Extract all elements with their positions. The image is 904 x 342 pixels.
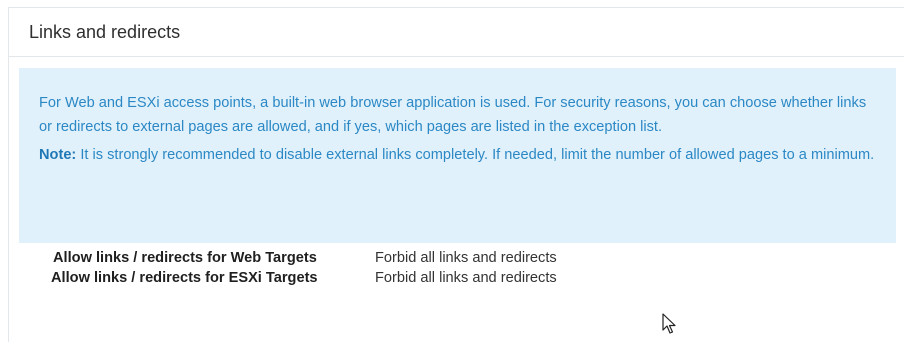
note-label: Note: — [39, 147, 77, 163]
setting-row-esxi-targets: Allow links / redirects for ESXi Targets… — [45, 268, 557, 288]
settings-list: Allow links / redirects for Web Targets … — [45, 248, 557, 288]
setting-row-web-targets: Allow links / redirects for Web Targets … — [45, 248, 557, 268]
setting-value-web-targets[interactable]: Forbid all links and redirects — [375, 250, 557, 266]
note-line: Note: It is strongly recommended to disa… — [39, 143, 876, 167]
mouse-pointer-icon — [662, 313, 676, 334]
setting-value-esxi-targets[interactable]: Forbid all links and redirects — [375, 270, 557, 286]
section-title: Links and redirects — [29, 21, 181, 42]
info-box: For Web and ESXi access points, a built-… — [19, 68, 896, 243]
note-text: It is strongly recommended to disable ex… — [76, 147, 875, 163]
setting-label-web-targets: Allow links / redirects for Web Targets — [53, 250, 317, 266]
setting-label-esxi-targets: Allow links / redirects for ESXi Targets — [51, 270, 318, 286]
panel-header: Links and redirects — [9, 8, 904, 57]
info-text: For Web and ESXi access points, a built-… — [39, 95, 867, 135]
